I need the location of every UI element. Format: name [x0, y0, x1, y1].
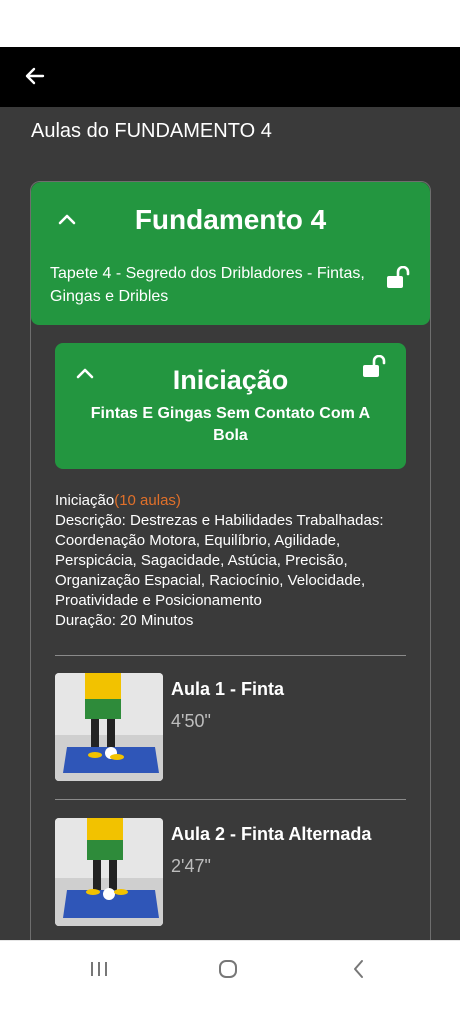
content-area: Aulas do FUNDAMENTO 4 Fundamento 4 Tapet…: [0, 107, 460, 940]
lesson-item[interactable]: Aula 2 - Finta Alternada 2'47": [55, 818, 406, 926]
back-button[interactable]: [20, 61, 50, 91]
iniciacao-subtitle: Fintas E Gingas Sem Contato Com A Bola: [90, 405, 371, 444]
divider: [55, 655, 406, 656]
fundamento-card: Fundamento 4 Tapete 4 - Segredo dos Drib…: [30, 181, 431, 940]
page-title: Aulas do FUNDAMENTO 4: [31, 120, 272, 142]
recents-button[interactable]: [79, 953, 119, 985]
iniciacao-label-line: Iniciação(10 aulas): [55, 491, 410, 511]
arrow-left-icon: [25, 67, 45, 85]
lesson-title: Aula 2 - Finta Alternada: [171, 824, 372, 844]
home-icon: [219, 960, 237, 978]
back-icon: [354, 960, 363, 978]
divider: [55, 799, 406, 800]
lesson-duration: 4'50": [171, 711, 211, 731]
lesson-item[interactable]: Aula 1 - Finta 4'50": [55, 673, 406, 781]
fundamento-subtitle: Tapete 4 - Segredo dos Dribladores - Fin…: [50, 265, 365, 305]
app-bar: [0, 47, 460, 107]
lesson-thumbnail: [55, 818, 163, 926]
status-bar: [0, 0, 460, 47]
iniciacao-description: Descrição: Destrezas e Habilidades Traba…: [55, 512, 384, 609]
unlock-icon: [387, 266, 410, 288]
nav-back-button[interactable]: [338, 953, 378, 985]
iniciacao-description-block: Iniciação(10 aulas) Descrição: Destrezas…: [55, 491, 410, 631]
iniciacao-duration: Duração: 20 Minutos: [55, 612, 194, 629]
bottom-area: [0, 996, 460, 1024]
fundamento-header[interactable]: Fundamento 4 Tapete 4 - Segredo dos Drib…: [31, 182, 430, 325]
home-button[interactable]: [208, 953, 248, 985]
iniciacao-header[interactable]: Iniciação Fintas E Gingas Sem Contato Co…: [55, 343, 406, 469]
lesson-count: (10 aulas): [114, 492, 181, 509]
system-nav-bar: [0, 940, 460, 997]
iniciacao-label: Iniciação: [55, 492, 115, 509]
iniciacao-title: Iniciação: [172, 365, 289, 395]
lesson-title: Aula 1 - Finta: [171, 679, 285, 699]
fundamento-title: Fundamento 4: [134, 204, 327, 235]
recents-icon: [91, 962, 107, 976]
lesson-duration: 2'47": [171, 856, 211, 876]
unlock-icon: [363, 355, 386, 377]
lesson-thumbnail: [55, 673, 163, 781]
